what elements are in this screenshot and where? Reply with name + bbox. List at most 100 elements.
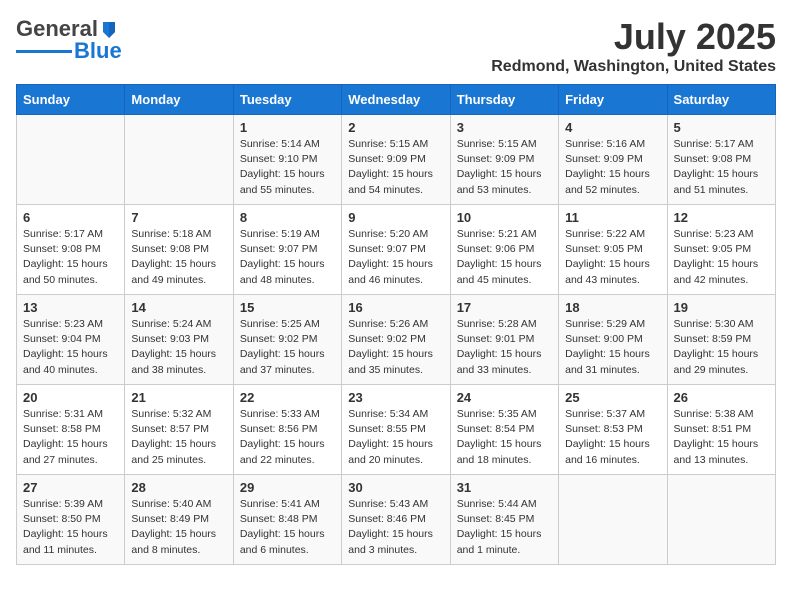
day-info: Sunrise: 5:21 AM Sunset: 9:06 PM Dayligh… (457, 227, 552, 288)
calendar-cell: 7Sunrise: 5:18 AM Sunset: 9:08 PM Daylig… (125, 205, 233, 295)
day-number: 1 (240, 120, 335, 135)
day-number: 15 (240, 300, 335, 315)
calendar-cell: 22Sunrise: 5:33 AM Sunset: 8:56 PM Dayli… (233, 385, 341, 475)
day-number: 16 (348, 300, 443, 315)
day-info: Sunrise: 5:20 AM Sunset: 9:07 PM Dayligh… (348, 227, 443, 288)
day-number: 8 (240, 210, 335, 225)
day-number: 30 (348, 480, 443, 495)
day-number: 12 (674, 210, 769, 225)
calendar-cell: 4 Sunrise: 5:16 AM Sunset: 9:09 PM Daylig… (559, 115, 667, 205)
day-info: Sunrise: 5:28 AM Sunset: 9:01 PM Dayligh… (457, 317, 552, 378)
day-info: Sunrise: 5:39 AM Sunset: 8:50 PM Dayligh… (23, 497, 118, 558)
day-info: Sunrise: 5:34 AM Sunset: 8:55 PM Dayligh… (348, 407, 443, 468)
day-number: 4 (565, 120, 660, 135)
day-info: Sunrise: 5:40 AM Sunset: 8:49 PM Dayligh… (131, 497, 226, 558)
calendar-cell: 10 Sunrise: 5:21 AM Sunset: 9:06 PM Dayli… (450, 205, 558, 295)
day-info: Sunrise: 5:19 AM Sunset: 9:07 PM Dayligh… (240, 227, 335, 288)
day-number: 28 (131, 480, 226, 495)
day-number: 11 (565, 210, 660, 225)
calendar-week-row: 27 Sunrise: 5:39 AM Sunset: 8:50 PM Dayli… (17, 475, 776, 565)
day-number: 24 (457, 390, 552, 405)
day-number: 14 (131, 300, 226, 315)
weekday-header: Thursday (450, 85, 558, 115)
calendar-cell: 31 Sunrise: 5:44 AM Sunset: 8:45 PM Dayli… (450, 475, 558, 565)
calendar-cell: 8 Sunrise: 5:19 AM Sunset: 9:07 PM Daylig… (233, 205, 341, 295)
calendar-week-row: 13Sunrise: 5:23 AM Sunset: 9:04 PM Dayli… (17, 295, 776, 385)
day-number: 13 (23, 300, 118, 315)
day-info: Sunrise: 5:43 AM Sunset: 8:46 PM Dayligh… (348, 497, 443, 558)
subtitle: Redmond, Washington, United States (491, 58, 776, 76)
calendar-cell: 20 Sunrise: 5:31 AM Sunset: 8:58 PM Dayli… (17, 385, 125, 475)
calendar-cell: 19 Sunrise: 5:30 AM Sunset: 8:59 PM Dayli… (667, 295, 775, 385)
calendar-cell: 3 Sunrise: 5:15 AM Sunset: 9:09 PM Daylig… (450, 115, 558, 205)
calendar-cell: 1Sunrise: 5:14 AM Sunset: 9:10 PM Daylig… (233, 115, 341, 205)
day-number: 26 (674, 390, 769, 405)
day-number: 19 (674, 300, 769, 315)
calendar-cell: 26 Sunrise: 5:38 AM Sunset: 8:51 PM Dayli… (667, 385, 775, 475)
calendar-cell: 17 Sunrise: 5:28 AM Sunset: 9:01 PM Dayli… (450, 295, 558, 385)
calendar-cell: 6 Sunrise: 5:17 AM Sunset: 9:08 PM Daylig… (17, 205, 125, 295)
weekday-header: Monday (125, 85, 233, 115)
day-info: Sunrise: 5:30 AM Sunset: 8:59 PM Dayligh… (674, 317, 769, 378)
day-info: Sunrise: 5:18 AM Sunset: 9:08 PM Dayligh… (131, 227, 226, 288)
logo-underline (16, 50, 72, 53)
day-number: 27 (23, 480, 118, 495)
logo-arrow-icon (100, 18, 118, 40)
calendar-cell: 24 Sunrise: 5:35 AM Sunset: 8:54 PM Dayli… (450, 385, 558, 475)
day-info: Sunrise: 5:24 AM Sunset: 9:03 PM Dayligh… (131, 317, 226, 378)
day-info: Sunrise: 5:41 AM Sunset: 8:48 PM Dayligh… (240, 497, 335, 558)
day-info: Sunrise: 5:37 AM Sunset: 8:53 PM Dayligh… (565, 407, 660, 468)
title-area: July 2025 Redmond, Washington, United St… (491, 16, 776, 76)
weekday-header-row: SundayMondayTuesdayWednesdayThursdayFrid… (17, 85, 776, 115)
calendar-cell: 5 Sunrise: 5:17 AM Sunset: 9:08 PM Daylig… (667, 115, 775, 205)
weekday-header: Saturday (667, 85, 775, 115)
day-info: Sunrise: 5:17 AM Sunset: 9:08 PM Dayligh… (674, 137, 769, 198)
day-info: Sunrise: 5:38 AM Sunset: 8:51 PM Dayligh… (674, 407, 769, 468)
calendar-table: SundayMondayTuesdayWednesdayThursdayFrid… (16, 84, 776, 565)
day-info: Sunrise: 5:33 AM Sunset: 8:56 PM Dayligh… (240, 407, 335, 468)
day-number: 2 (348, 120, 443, 135)
weekday-header: Tuesday (233, 85, 341, 115)
day-number: 31 (457, 480, 552, 495)
day-info: Sunrise: 5:26 AM Sunset: 9:02 PM Dayligh… (348, 317, 443, 378)
calendar-cell: 25Sunrise: 5:37 AM Sunset: 8:53 PM Dayli… (559, 385, 667, 475)
day-info: Sunrise: 5:35 AM Sunset: 8:54 PM Dayligh… (457, 407, 552, 468)
day-info: Sunrise: 5:44 AM Sunset: 8:45 PM Dayligh… (457, 497, 552, 558)
day-number: 21 (131, 390, 226, 405)
day-number: 18 (565, 300, 660, 315)
calendar-cell (667, 475, 775, 565)
logo: General Blue (16, 16, 122, 64)
calendar-cell: 16 Sunrise: 5:26 AM Sunset: 9:02 PM Dayli… (342, 295, 450, 385)
day-number: 10 (457, 210, 552, 225)
logo-blue-text: Blue (74, 38, 122, 64)
day-number: 23 (348, 390, 443, 405)
calendar-cell: 14 Sunrise: 5:24 AM Sunset: 9:03 PM Dayli… (125, 295, 233, 385)
calendar-cell: 18 Sunrise: 5:29 AM Sunset: 9:00 PM Dayli… (559, 295, 667, 385)
calendar-cell (559, 475, 667, 565)
day-info: Sunrise: 5:16 AM Sunset: 9:09 PM Dayligh… (565, 137, 660, 198)
day-info: Sunrise: 5:31 AM Sunset: 8:58 PM Dayligh… (23, 407, 118, 468)
day-info: Sunrise: 5:29 AM Sunset: 9:00 PM Dayligh… (565, 317, 660, 378)
day-info: Sunrise: 5:17 AM Sunset: 9:08 PM Dayligh… (23, 227, 118, 288)
day-number: 3 (457, 120, 552, 135)
calendar-cell: 30 Sunrise: 5:43 AM Sunset: 8:46 PM Dayli… (342, 475, 450, 565)
day-info: Sunrise: 5:15 AM Sunset: 9:09 PM Dayligh… (348, 137, 443, 198)
calendar-week-row: 6 Sunrise: 5:17 AM Sunset: 9:08 PM Daylig… (17, 205, 776, 295)
day-number: 20 (23, 390, 118, 405)
weekday-header: Wednesday (342, 85, 450, 115)
day-number: 5 (674, 120, 769, 135)
main-title: July 2025 (491, 16, 776, 58)
calendar-cell: 2 Sunrise: 5:15 AM Sunset: 9:09 PM Daylig… (342, 115, 450, 205)
calendar-week-row: 20 Sunrise: 5:31 AM Sunset: 8:58 PM Dayli… (17, 385, 776, 475)
day-info: Sunrise: 5:25 AM Sunset: 9:02 PM Dayligh… (240, 317, 335, 378)
weekday-header: Sunday (17, 85, 125, 115)
calendar-cell: 27 Sunrise: 5:39 AM Sunset: 8:50 PM Dayli… (17, 475, 125, 565)
calendar-cell (125, 115, 233, 205)
day-info: Sunrise: 5:23 AM Sunset: 9:05 PM Dayligh… (674, 227, 769, 288)
calendar-cell: 28 Sunrise: 5:40 AM Sunset: 8:49 PM Dayli… (125, 475, 233, 565)
day-number: 17 (457, 300, 552, 315)
calendar-week-row: 1Sunrise: 5:14 AM Sunset: 9:10 PM Daylig… (17, 115, 776, 205)
header: General Blue July 2025 Redmond, Washingt… (16, 16, 776, 76)
day-info: Sunrise: 5:15 AM Sunset: 9:09 PM Dayligh… (457, 137, 552, 198)
day-number: 6 (23, 210, 118, 225)
